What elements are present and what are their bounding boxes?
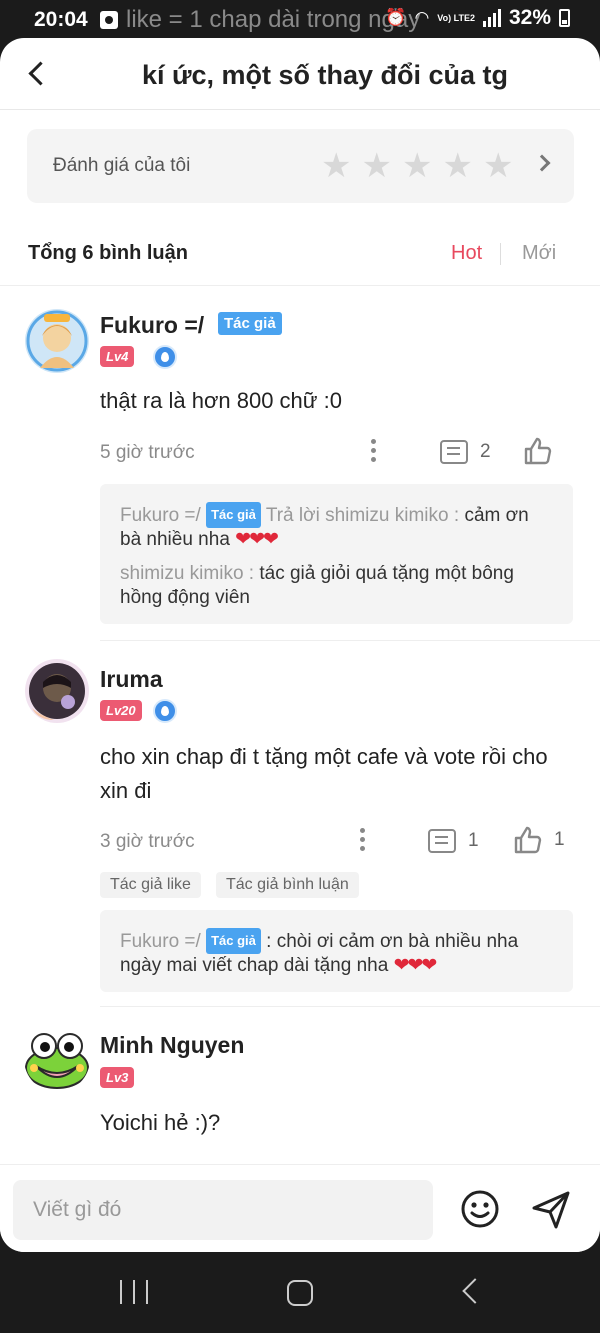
sort-hot-tab[interactable]: Hot bbox=[451, 242, 482, 265]
recents-button[interactable] bbox=[120, 1280, 148, 1304]
avatar[interactable] bbox=[24, 1026, 90, 1092]
wifi-icon: ◠ bbox=[414, 8, 430, 27]
reply-count: 2 bbox=[480, 441, 491, 462]
reply-thread[interactable]: Fukuro =/ Tác giả : chòi ơi cảm ơn bà nh… bbox=[100, 910, 573, 992]
reply-author: Fukuro =/ bbox=[120, 505, 201, 526]
header: kí ức, một số thay đổi của tg bbox=[0, 38, 600, 110]
verified-badge-icon bbox=[153, 345, 177, 369]
divider bbox=[100, 1006, 600, 1007]
reply-thread[interactable]: Fukuro =/ Tác giả Trả lời shimizu kimiko… bbox=[100, 484, 573, 624]
my-rating-row[interactable]: Đánh giá của tôi ★ ★ ★ ★ ★ bbox=[27, 129, 574, 203]
reply-target: Trả lời shimizu kimiko : bbox=[265, 505, 460, 526]
like-button[interactable]: 1 bbox=[512, 825, 565, 855]
heart-emoji: ❤❤❤ bbox=[235, 529, 279, 550]
reply-item: Fukuro =/ Tác giả Trả lời shimizu kimiko… bbox=[120, 502, 553, 552]
status-indicators: ⏰ ◠ Vo) LTE2 32% bbox=[385, 6, 570, 30]
comment-icon bbox=[428, 829, 456, 853]
author-tag: Tác giả bbox=[206, 502, 261, 528]
like-count: 1 bbox=[554, 829, 565, 850]
star-icon[interactable]: ★ bbox=[321, 149, 351, 183]
like-button[interactable] bbox=[522, 436, 552, 466]
comment-text: cho xin chap đi t tặng một cafe và vote … bbox=[100, 744, 548, 803]
lte-indicator: Vo) LTE2 bbox=[437, 12, 475, 23]
verified-badge-icon bbox=[153, 699, 177, 723]
comment-icon bbox=[440, 440, 468, 464]
author-tag: Tác giả bbox=[218, 312, 282, 335]
comment-input-bar bbox=[0, 1164, 600, 1252]
emoji-button[interactable] bbox=[460, 1189, 500, 1229]
comment-time: 5 giờ trước bbox=[100, 442, 195, 463]
thumbs-up-icon bbox=[514, 826, 542, 854]
back-button[interactable] bbox=[22, 54, 58, 94]
comments-sheet: kí ức, một số thay đổi của tg Đánh giá c… bbox=[0, 38, 600, 1252]
rating-label: Đánh giá của tôi bbox=[53, 155, 191, 176]
reply-author: shimizu kimiko : bbox=[120, 563, 255, 584]
comment-text: thật ra là hơn 800 chữ :0 bbox=[100, 388, 342, 413]
level-badge: Lv20 bbox=[100, 700, 142, 721]
divider bbox=[100, 640, 600, 641]
signal-icon bbox=[482, 9, 501, 27]
comment-username[interactable]: Minh Nguyen bbox=[100, 1032, 244, 1059]
reply-button[interactable]: 2 bbox=[440, 437, 491, 467]
notification-app-icon bbox=[100, 11, 118, 29]
status-time: 20:04 bbox=[34, 8, 88, 31]
sort-new-tab[interactable]: Mới bbox=[522, 242, 556, 265]
reply-button[interactable]: 1 bbox=[428, 826, 479, 856]
chevron-right-icon bbox=[533, 154, 551, 172]
comment-username[interactable]: Iruma bbox=[100, 666, 163, 693]
comment-username[interactable]: Fukuro =/ bbox=[100, 312, 204, 339]
reply-item: shimizu kimiko : tác giả giỏi quá tặng m… bbox=[120, 562, 553, 610]
reply-item: Fukuro =/ Tác giả : chòi ơi cảm ơn bà nh… bbox=[120, 928, 553, 978]
more-options-icon[interactable] bbox=[357, 828, 367, 854]
heart-emoji: ❤❤❤ bbox=[393, 955, 438, 976]
page-title: kí ức, một số thay đổi của tg bbox=[141, 60, 509, 90]
avatar[interactable] bbox=[24, 658, 90, 724]
notification-preview: like = 1 chap dài trong ngày bbox=[126, 6, 421, 33]
star-icon[interactable]: ★ bbox=[402, 149, 432, 183]
battery-percent: 32% bbox=[508, 6, 551, 29]
level-badge: Lv3 bbox=[100, 1067, 135, 1088]
home-button[interactable] bbox=[287, 1280, 313, 1306]
author-liked-chip: Tác giả like bbox=[100, 872, 201, 898]
status-bar: 20:04 like = 1 chap dài trong ngày ⏰ ◠ V… bbox=[0, 0, 600, 42]
avatar[interactable] bbox=[24, 308, 90, 374]
divider bbox=[0, 285, 600, 286]
emoji-icon bbox=[461, 1190, 499, 1228]
sort-divider bbox=[500, 243, 501, 265]
send-icon bbox=[532, 1191, 570, 1229]
reply-count: 1 bbox=[468, 830, 479, 851]
comment-time: 3 giờ trước bbox=[100, 831, 195, 852]
star-icon[interactable]: ★ bbox=[442, 149, 472, 183]
comment-count: Tổng 6 bình luận bbox=[28, 242, 188, 264]
more-options-icon[interactable] bbox=[368, 439, 378, 465]
level-badge: Lv4 bbox=[100, 346, 135, 367]
alarm-icon: ⏰ bbox=[385, 8, 407, 27]
star-icon[interactable]: ★ bbox=[483, 149, 513, 183]
author-commented-chip: Tác giả bình luận bbox=[216, 872, 359, 898]
send-button[interactable] bbox=[530, 1189, 572, 1231]
battery-icon bbox=[559, 9, 570, 27]
comment-text: Yoichi hẻ :)? bbox=[100, 1110, 221, 1135]
comment-input[interactable] bbox=[13, 1180, 433, 1240]
system-nav-bar bbox=[0, 1252, 600, 1333]
author-tag: Tác giả bbox=[206, 928, 261, 954]
star-icon[interactable]: ★ bbox=[361, 149, 391, 183]
rating-stars[interactable]: ★ ★ ★ ★ ★ bbox=[321, 149, 513, 183]
system-back-button[interactable] bbox=[462, 1278, 488, 1304]
thumbs-up-icon bbox=[524, 437, 552, 465]
reply-author: Fukuro =/ bbox=[120, 931, 201, 952]
